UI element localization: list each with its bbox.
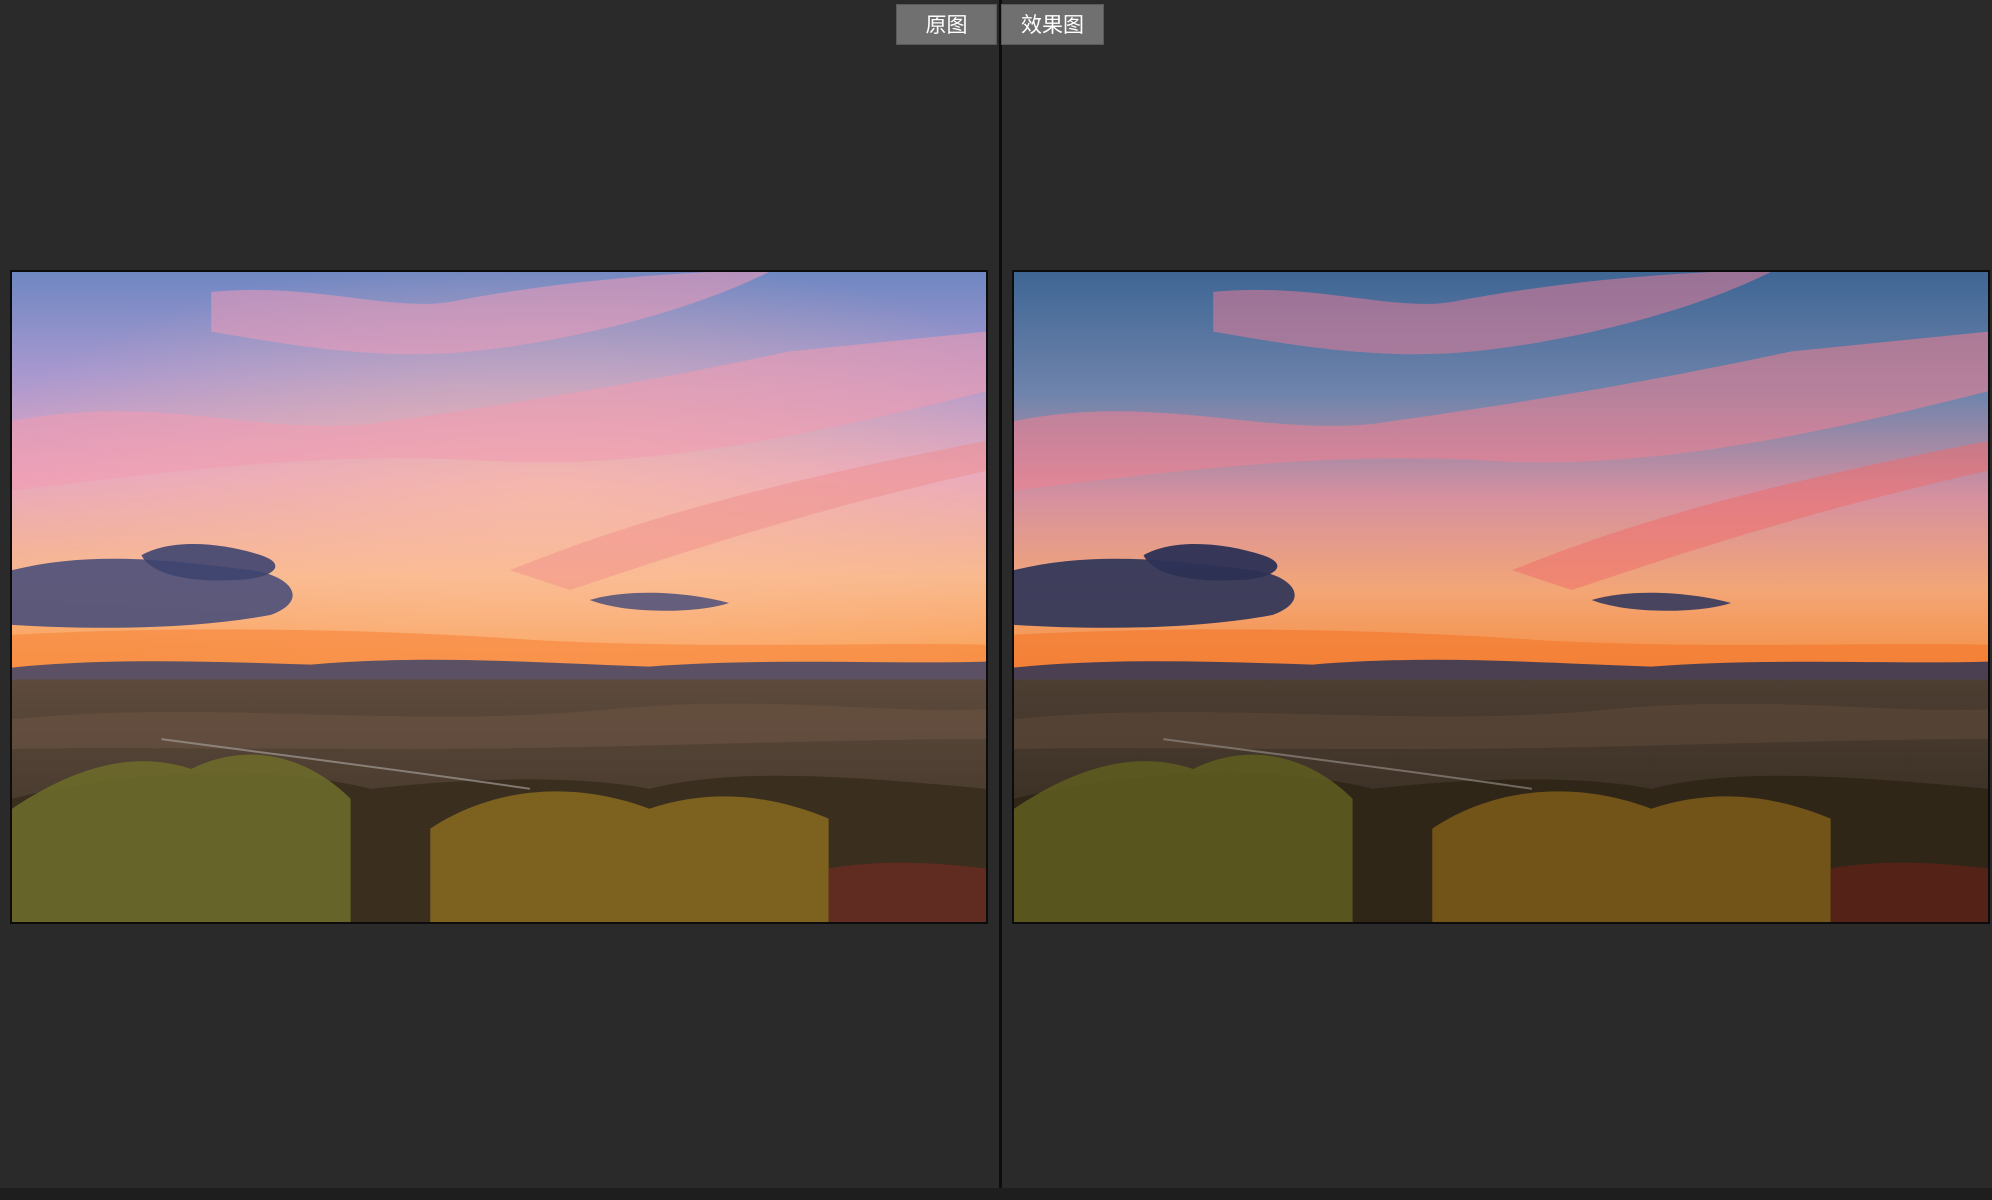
original-photo-image xyxy=(12,272,986,922)
original-photo xyxy=(10,270,988,924)
effect-button[interactable]: 效果图 xyxy=(1001,4,1104,45)
bottom-bar xyxy=(0,1188,1992,1200)
effect-photo-image xyxy=(1014,272,1988,922)
effect-photo xyxy=(1012,270,1990,924)
comparison-viewer: 原图 效果图 xyxy=(0,0,1992,1200)
original-button[interactable]: 原图 xyxy=(896,4,997,45)
